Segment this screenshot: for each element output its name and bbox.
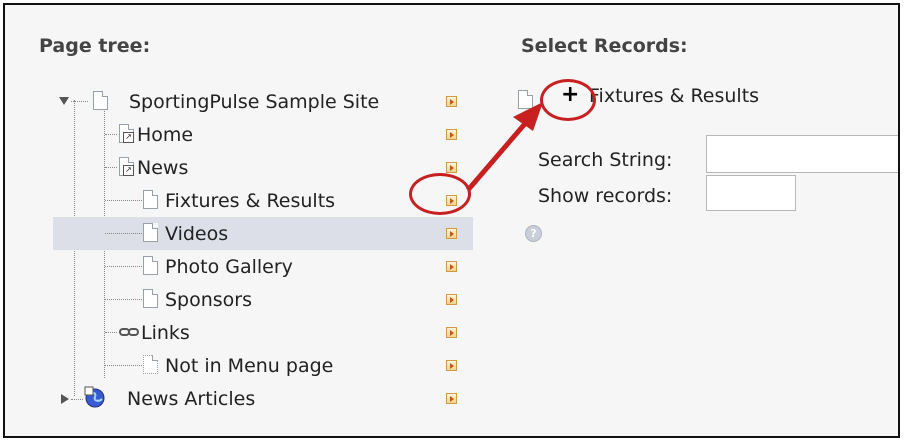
link-icon <box>119 328 139 336</box>
context-menu-arrow-icon[interactable] <box>446 228 457 239</box>
show-records-input[interactable] <box>706 175 796 211</box>
tree-item-label: Videos <box>165 222 229 245</box>
context-menu-arrow-icon[interactable] <box>446 294 457 305</box>
tree-folder-label: News Articles <box>127 387 256 410</box>
page-icon <box>143 223 158 242</box>
tree-root-label: SportingPulse Sample Site <box>129 90 380 113</box>
select-records-heading: Select Records: <box>521 35 688 57</box>
tree-item-label: Sponsors <box>165 288 253 311</box>
context-menu-arrow-icon[interactable] <box>446 327 457 338</box>
tree-item-label: Photo Gallery <box>165 255 293 278</box>
record-label[interactable]: Fixtures & Results <box>589 85 759 107</box>
annotation-circle-arrow <box>409 173 471 215</box>
tree-item-not-in-menu[interactable]: Not in Menu page <box>53 349 473 382</box>
tree-item-label: Links <box>141 321 190 344</box>
search-string-input[interactable] <box>706 135 898 173</box>
expand-arrow-icon[interactable] <box>61 394 69 404</box>
tree-item-label: Not in Menu page <box>165 354 334 377</box>
record-page-icon <box>518 90 533 109</box>
context-menu-arrow-icon[interactable] <box>446 261 457 272</box>
globe-icon <box>84 386 105 408</box>
tree-item-videos[interactable]: Videos <box>53 217 473 250</box>
page-shortcut-icon: ↗ <box>119 124 134 143</box>
tree-root-row[interactable]: SportingPulse Sample Site <box>53 85 473 118</box>
page-shortcut-icon: ↗ <box>119 157 134 176</box>
context-menu-arrow-icon[interactable] <box>446 162 457 173</box>
page-icon <box>143 289 158 308</box>
hidden-page-icon <box>143 355 158 374</box>
tree-item-news[interactable]: ↗ News <box>53 151 473 184</box>
annotation-circle-plus <box>540 79 596 121</box>
search-string-label: Search String: <box>538 149 673 171</box>
page-icon <box>143 190 158 209</box>
context-menu-arrow-icon[interactable] <box>446 360 457 371</box>
context-menu-arrow-icon[interactable] <box>446 129 457 140</box>
show-records-label: Show records: <box>538 185 673 207</box>
tree-item-sponsors[interactable]: Sponsors <box>53 283 473 316</box>
tree-item-links[interactable]: Links <box>53 316 473 349</box>
tree-item-home[interactable]: ↗ Home <box>53 118 473 151</box>
collapse-arrow-icon[interactable] <box>59 97 69 105</box>
tree-item-label: News <box>137 156 189 179</box>
tree-item-label: Fixtures & Results <box>165 189 336 212</box>
help-icon[interactable]: ? <box>525 225 542 242</box>
context-menu-arrow-icon[interactable] <box>446 96 457 107</box>
context-menu-arrow-icon[interactable] <box>446 393 457 404</box>
tree-folder-news-articles[interactable]: News Articles <box>53 382 473 415</box>
page-tree-heading: Page tree: <box>39 35 151 57</box>
page-icon <box>93 91 108 110</box>
tree-item-label: Home <box>137 123 194 146</box>
screenshot-frame: Page tree: Select Records: SportingPulse… <box>3 3 900 438</box>
tree-item-photo-gallery[interactable]: Photo Gallery <box>53 250 473 283</box>
page-icon <box>143 256 158 275</box>
